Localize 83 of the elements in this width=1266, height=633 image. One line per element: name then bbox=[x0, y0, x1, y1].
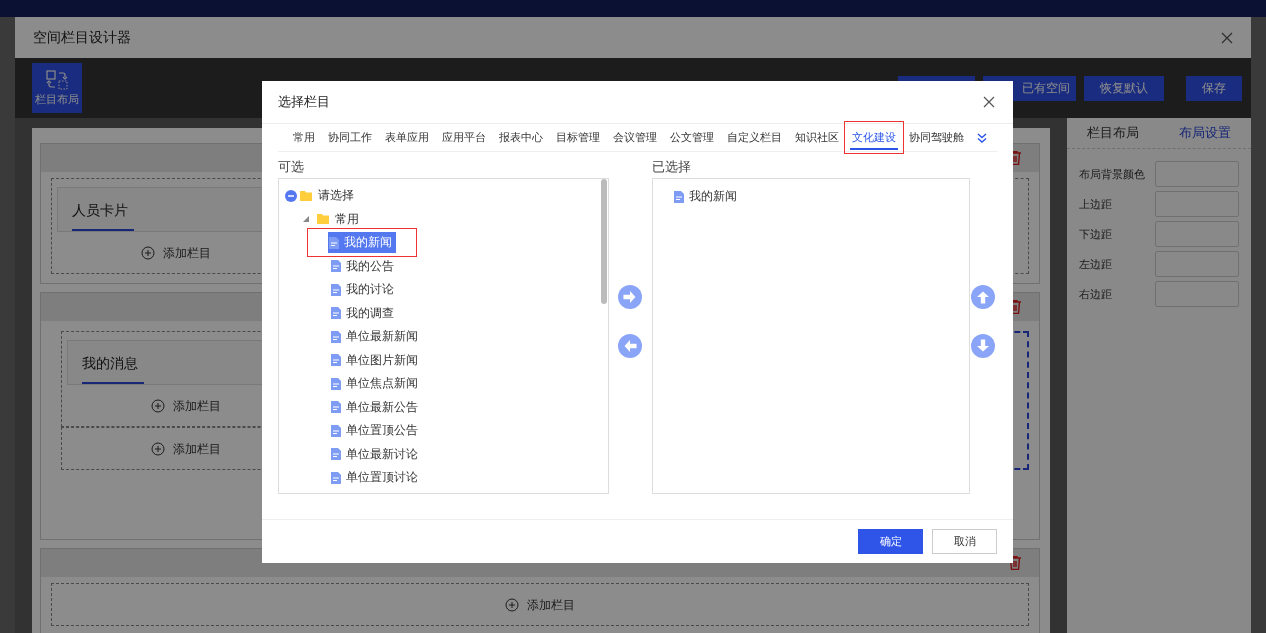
category-tab[interactable]: 应用平台 bbox=[437, 124, 491, 151]
card-title: 我的消息 bbox=[82, 355, 144, 384]
category-tab[interactable]: 表单应用 bbox=[380, 124, 434, 151]
input-field[interactable] bbox=[1155, 191, 1239, 217]
category-tab[interactable]: 知识社区 bbox=[790, 124, 844, 151]
triangle-toggle-icon[interactable] bbox=[302, 215, 310, 224]
tree-item[interactable]: 我的公告 bbox=[330, 255, 398, 277]
left-arrow-button[interactable] bbox=[618, 334, 643, 361]
tree-item[interactable]: 我的新闻 bbox=[328, 232, 396, 254]
folder-icon bbox=[317, 214, 329, 225]
input-field[interactable] bbox=[1155, 221, 1239, 247]
tree-folder-label[interactable]: 常用 bbox=[332, 209, 362, 229]
scrollbar[interactable] bbox=[601, 179, 607, 304]
document-icon bbox=[331, 448, 341, 461]
add-column-button[interactable]: 添加栏目 bbox=[67, 434, 305, 464]
field-label: 布局背景颜色 bbox=[1079, 166, 1145, 182]
panel-tab[interactable]: 栏目布局 bbox=[1087, 124, 1139, 142]
plus-circle-icon bbox=[151, 442, 165, 456]
document-icon bbox=[331, 283, 341, 296]
tree-item[interactable]: 单位置顶讨论 bbox=[330, 467, 422, 489]
layout-button[interactable]: 栏目布局 bbox=[32, 63, 82, 113]
document-icon bbox=[331, 330, 341, 343]
close-icon[interactable] bbox=[1221, 31, 1233, 44]
trash-icon[interactable] bbox=[1009, 556, 1021, 570]
dialog-title: 选择栏目 bbox=[278, 93, 330, 111]
window-title: 空间栏目设计器 bbox=[33, 28, 131, 47]
document-icon bbox=[331, 307, 341, 320]
category-tab[interactable]: 文化建设 bbox=[847, 124, 901, 151]
tree-item[interactable]: 单位最新讨论 bbox=[330, 443, 422, 465]
add-column-button[interactable]: 添加栏目 bbox=[57, 238, 295, 268]
card-title: 人员卡片 bbox=[72, 202, 134, 231]
add-column-button[interactable]: 添加栏目 bbox=[67, 391, 305, 421]
double-chevron-down-icon[interactable] bbox=[977, 132, 987, 143]
category-tab[interactable]: 报表中心 bbox=[494, 124, 548, 151]
chosen-label: 已选择 bbox=[651, 158, 692, 176]
layout-swap-icon bbox=[46, 69, 68, 90]
up-arrow-button[interactable] bbox=[971, 285, 996, 312]
tree-item[interactable]: 单位最新公告 bbox=[330, 396, 422, 418]
close-icon[interactable] bbox=[983, 96, 995, 108]
document-icon bbox=[331, 471, 341, 484]
category-tab[interactable]: 目标管理 bbox=[551, 124, 605, 151]
document-icon bbox=[331, 354, 341, 367]
category-tab[interactable]: 公文管理 bbox=[665, 124, 719, 151]
plus-circle-icon bbox=[141, 246, 155, 260]
input-field[interactable] bbox=[1155, 161, 1239, 187]
right-arrow-button[interactable] bbox=[618, 285, 643, 312]
toolbar-button[interactable]: 恢复默认 bbox=[1084, 75, 1164, 101]
field-label: 下边距 bbox=[1079, 226, 1112, 242]
confirm-button[interactable]: 确定 bbox=[858, 529, 923, 554]
tree-item[interactable]: 单位置顶公告 bbox=[330, 420, 422, 442]
document-icon bbox=[331, 260, 341, 273]
field-label: 右边距 bbox=[1079, 286, 1112, 302]
plus-circle-icon bbox=[505, 598, 519, 612]
category-tab[interactable]: 协同工作 bbox=[323, 124, 377, 151]
down-arrow-button[interactable] bbox=[971, 334, 996, 361]
document-icon bbox=[673, 190, 684, 203]
tree-item[interactable]: 我的讨论 bbox=[330, 279, 398, 301]
folder-icon bbox=[300, 190, 312, 201]
plus-circle-icon bbox=[151, 399, 165, 413]
document-icon bbox=[329, 236, 339, 249]
tree-item[interactable]: 我的调查 bbox=[330, 302, 398, 324]
cancel-button[interactable]: 取消 bbox=[932, 529, 997, 554]
document-icon bbox=[331, 401, 341, 414]
toolbar-button[interactable]: 保存 bbox=[1186, 75, 1242, 101]
tree-item[interactable]: 单位图片新闻 bbox=[330, 349, 422, 371]
tree-folder-label[interactable]: 请选择 bbox=[315, 186, 357, 206]
input-field[interactable] bbox=[1155, 281, 1239, 307]
document-icon bbox=[331, 424, 341, 437]
collapse-toggle-icon[interactable] bbox=[285, 189, 297, 202]
tree-item[interactable]: 单位最新新闻 bbox=[330, 326, 422, 348]
document-icon bbox=[331, 377, 341, 390]
tree-item[interactable]: 单位焦点新闻 bbox=[330, 373, 422, 395]
category-tab[interactable]: 常用 bbox=[288, 124, 320, 151]
input-field[interactable] bbox=[1155, 251, 1239, 277]
field-label: 上边距 bbox=[1079, 196, 1112, 212]
category-tab[interactable]: 会议管理 bbox=[608, 124, 662, 151]
chosen-item[interactable]: 我的新闻 bbox=[672, 186, 741, 208]
add-column-button[interactable]: 添加栏目 bbox=[57, 590, 1023, 620]
panel-tab[interactable]: 布局设置 bbox=[1179, 124, 1231, 142]
category-tab[interactable]: 协同驾驶舱 bbox=[904, 124, 969, 151]
available-label: 可选 bbox=[278, 158, 305, 176]
category-tab[interactable]: 自定义栏目 bbox=[722, 124, 787, 151]
field-label: 左边距 bbox=[1079, 256, 1112, 272]
